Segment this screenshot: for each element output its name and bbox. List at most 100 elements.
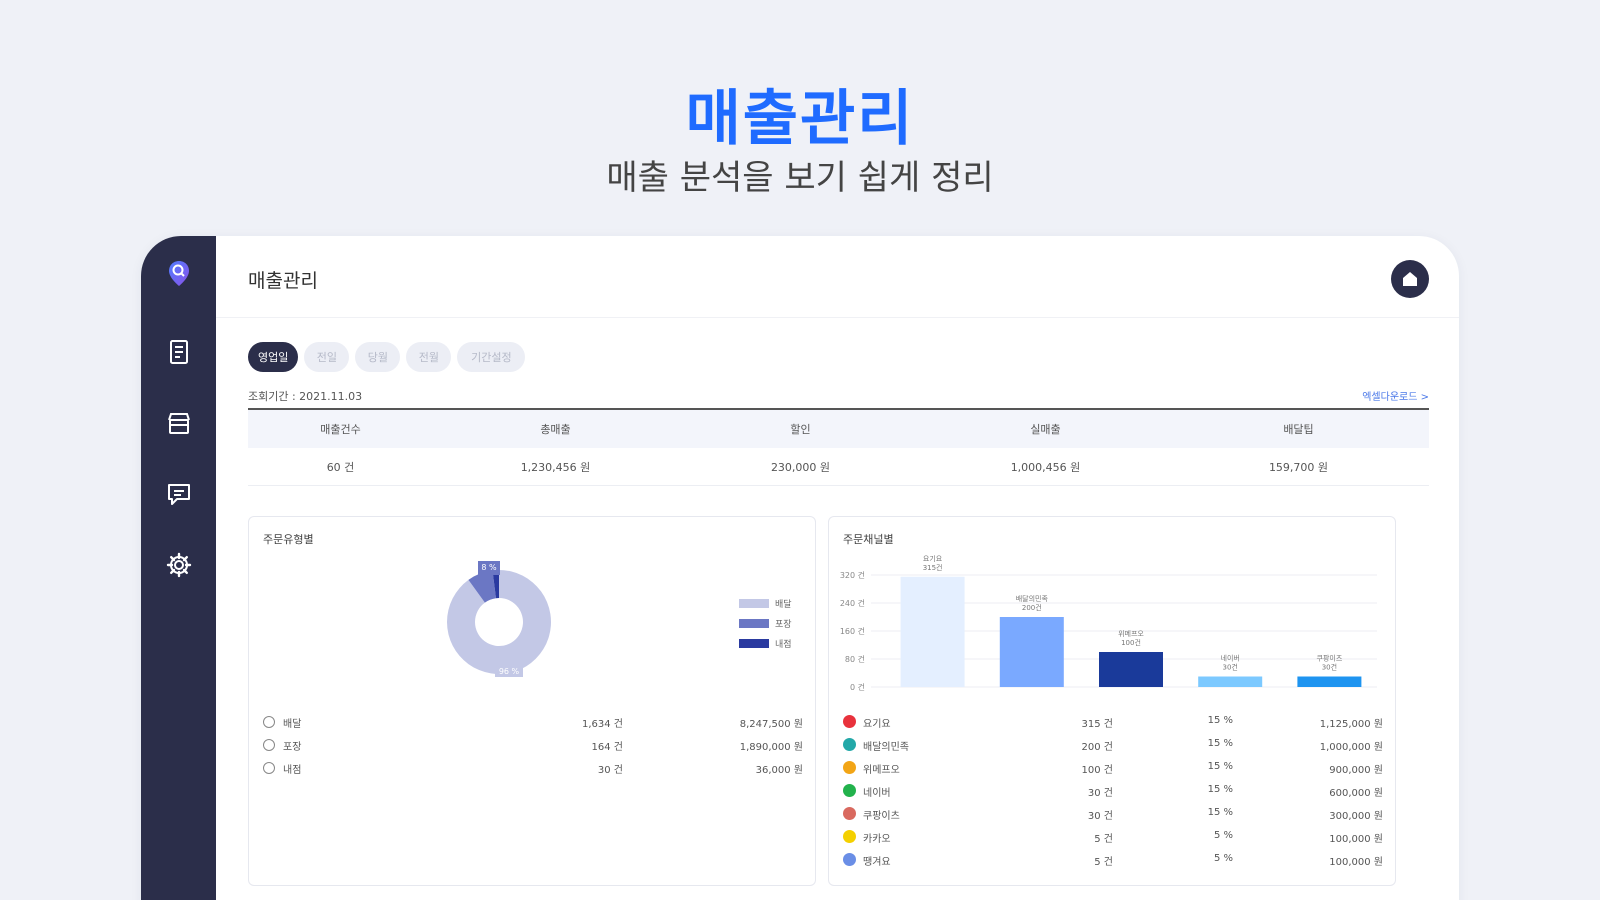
channel-percent: 15 % [1207,761,1233,772]
type-label: 포장 [283,742,302,753]
list-item[interactable]: 내점 30 건 36,000 원 [263,759,803,777]
summary-value: 159,700 원 [1268,460,1329,474]
tab-last-month[interactable]: 전월 [406,342,452,372]
channel-row[interactable]: 쿠팡이츠 30 건 15 % 300,000 원 [843,805,1383,823]
donut-data-label: 96 % [499,667,520,676]
channel-row[interactable]: 카카오 5 건 5 % 100,000 원 [843,828,1383,846]
page-title: 매출관리 [248,270,318,292]
summary-header-row: 매출건수 총매출 할인 실매출 배달팁 [248,410,1429,448]
channel-logo-icon [843,738,856,751]
summary-header: 총매출 [540,423,571,436]
summary-value: 60 건 [326,460,355,474]
radio-button[interactable] [263,716,275,728]
channel-label: 요기요 [863,719,891,730]
legend-label: 내점 [775,640,792,650]
order-type-title: 주문유형별 [263,533,314,546]
top-bar: 매출관리 [216,236,1459,318]
channel-row[interactable]: 땡겨요 5 건 5 % 100,000 원 [843,851,1383,869]
channel-percent: 5 % [1213,830,1233,841]
channel-label: 쿠팡이츠 [863,811,900,822]
legend-label: 배달 [775,600,792,610]
tab-business-day[interactable]: 영업일 [248,342,299,372]
channel-percent: 15 % [1207,738,1233,749]
channel-logo-icon [843,830,856,843]
y-tick-label: 80 건 [845,654,865,664]
type-count: 1,634 건 [581,719,623,730]
hero-subtitle: 매출 분석을 보기 쉽게 정리 [606,158,994,198]
store-icon[interactable] [164,408,194,438]
bar-data-label: 요기요 [923,554,943,563]
channel-logo-icon [843,715,856,728]
type-amount: 8,247,500 원 [739,719,803,730]
bar-data-label: 쿠팡이츠 [1317,654,1343,663]
home-icon [1403,272,1417,286]
channel-row[interactable]: 위메프오 100 건 15 % 900,000 원 [843,759,1383,777]
tab-this-month[interactable]: 당월 [355,342,401,372]
bar-data-label: 배달의민족 [1016,594,1049,603]
period-label: 조회기간 : 2021.11.03 [248,390,363,403]
hero-title: 매출관리 [685,84,915,154]
bar[interactable] [900,576,965,687]
channel-amount: 300,000 원 [1329,811,1383,822]
main-content: 매출관리 영업일 전일 당월 전월 기간설정 조회기간 : 2021.11.03… [216,236,1459,900]
bar[interactable] [999,617,1064,687]
channel-label: 네이버 [863,788,891,799]
receipt-icon[interactable] [164,337,194,367]
summary-header: 매출건수 [320,423,361,436]
channel-count: 315 건 [1081,719,1113,730]
legend-swatch [739,599,769,608]
channel-label: 땡겨요 [863,857,891,868]
channel-label: 위메프오 [863,765,900,776]
channel-count: 200 건 [1081,742,1113,753]
radio-button[interactable] [263,762,275,774]
channel-label: 카카오 [863,834,891,845]
period-tabs: 영업일 전일 당월 전월 기간설정 [248,342,526,372]
tab-previous-day[interactable]: 전일 [304,342,350,372]
type-label: 배달 [283,719,302,730]
chat-icon[interactable] [164,479,194,509]
order-channel-title: 주문채널별 [843,533,894,546]
home-button[interactable] [1391,260,1429,298]
bar[interactable] [1297,676,1362,688]
type-count: 164 건 [591,742,623,753]
channel-count: 100 건 [1081,765,1113,776]
bar-data-label: 30건 [1322,663,1337,672]
bar-data-label: 네이버 [1221,654,1240,663]
channel-logo-icon [843,761,856,774]
channel-logo-icon [843,784,856,797]
y-tick-label: 320 건 [840,570,865,580]
summary-value-row: 60 건 1,230,456 원 230,000 원 1,000,456 원 1… [248,448,1429,486]
bar-data-label: 100건 [1121,638,1141,647]
channel-count: 30 건 [1087,811,1113,822]
channel-label: 배달의민족 [863,742,909,753]
radio-button[interactable] [263,739,275,751]
tab-custom-period[interactable]: 기간설정 [457,342,526,372]
channel-row[interactable]: 배달의민족 200 건 15 % 1,000,000 원 [843,736,1383,754]
channel-amount: 1,000,000 원 [1319,742,1383,753]
channel-count: 5 건 [1094,834,1113,845]
list-item[interactable]: 배달 1,634 건 8,247,500 원 [263,713,803,731]
excel-download-link[interactable]: 엑셀다운로드 > [1362,388,1429,403]
type-amount: 1,890,000 원 [739,742,803,753]
type-amount: 36,000 원 [755,765,803,776]
app-window: 매출관리 영업일 전일 당월 전월 기간설정 조회기간 : 2021.11.03… [141,236,1459,900]
list-item[interactable]: 포장 164 건 1,890,000 원 [263,736,803,754]
summary-header: 배달팁 [1283,423,1314,436]
bar-data-label: 200건 [1022,603,1042,612]
type-count: 30 건 [597,765,623,776]
bar[interactable] [1198,676,1263,688]
channel-percent: 15 % [1207,715,1233,726]
channel-row[interactable]: 요기요 315 건 15 % 1,125,000 원 [843,713,1383,731]
bar-data-label: 30건 [1223,663,1238,672]
type-label: 내점 [283,765,302,776]
channel-row[interactable]: 네이버 30 건 15 % 600,000 원 [843,782,1383,800]
channel-count: 30 건 [1087,788,1113,799]
bar[interactable] [1099,652,1163,687]
channel-logo-icon [843,807,856,820]
channel-percent: 15 % [1207,807,1233,818]
gear-icon[interactable] [164,550,194,580]
channel-count: 5 건 [1094,857,1113,868]
location-logo-icon[interactable] [164,258,194,288]
channel-amount: 900,000 원 [1329,765,1383,776]
bar-data-label: 위메프오 [1118,630,1144,638]
